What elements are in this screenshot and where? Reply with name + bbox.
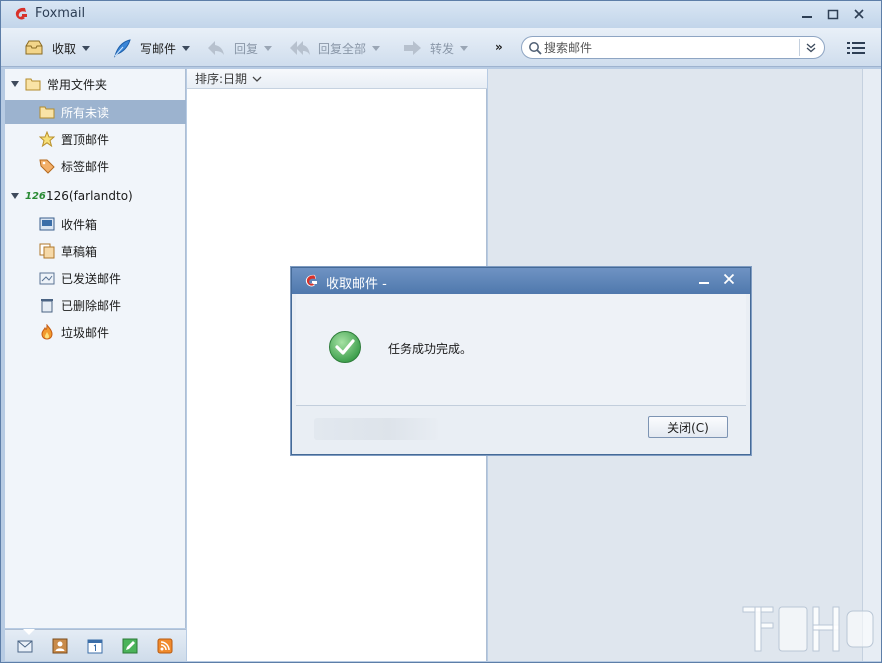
success-check-icon	[329, 331, 361, 363]
sidebar-item-label: 垃圾邮件	[61, 325, 110, 340]
sidebar-item-label: 置顶邮件	[61, 132, 110, 147]
dialog-message: 任务成功完成。	[388, 342, 473, 356]
sidebar-item-sent[interactable]: 已发送邮件	[5, 266, 186, 290]
inbox-tray-icon	[25, 40, 43, 55]
feather-pen-icon	[113, 39, 131, 58]
sidebar-item-deleted[interactable]: 已删除邮件	[5, 293, 186, 317]
sidebar-item-label: 标签邮件	[61, 159, 110, 174]
dialog-title: 收取邮件 -	[326, 277, 387, 292]
rss-feed-icon[interactable]	[157, 638, 173, 654]
close-icon	[723, 273, 735, 285]
forward-dropdown-icon[interactable]	[460, 45, 469, 51]
dialog-minimize-button[interactable]	[695, 272, 713, 290]
title-bar: Foxmail	[1, 1, 881, 28]
group-label: 常用文件夹	[47, 77, 108, 92]
obscured-status-area	[314, 418, 438, 440]
compose-button[interactable]: 写邮件	[111, 35, 191, 61]
receive-dropdown-icon[interactable]	[82, 45, 91, 51]
sidebar-item-junk[interactable]: 垃圾邮件	[5, 320, 186, 344]
group-account-126[interactable]: 126 126(farlandto)	[5, 184, 186, 208]
notes-icon[interactable]	[122, 638, 138, 654]
maximize-icon	[827, 9, 839, 20]
sidebar-item-label: 已删除邮件	[61, 298, 122, 313]
sidebar-item-label: 已发送邮件	[61, 271, 122, 286]
reply-arrow-icon	[208, 41, 224, 55]
expand-triangle-icon[interactable]	[11, 193, 19, 199]
receive-label: 收取	[52, 41, 77, 56]
sidebar-item-inbox[interactable]: 收件箱	[5, 212, 186, 236]
chevron-down-icon	[252, 76, 262, 82]
star-icon	[39, 131, 55, 147]
close-icon	[854, 9, 864, 19]
forward-arrow-icon	[404, 41, 421, 55]
search-input[interactable]	[544, 39, 794, 56]
more-toolbar-button[interactable]: »	[495, 40, 503, 54]
maximize-button[interactable]	[823, 5, 843, 23]
drafts-icon	[39, 243, 55, 259]
expand-triangle-icon[interactable]	[11, 81, 19, 87]
sent-icon	[39, 272, 55, 285]
toolbar: 收取 写邮件 回复 回复全部 转发 » 搜索邮件	[1, 28, 881, 67]
contacts-icon[interactable]	[52, 638, 68, 654]
close-window-button[interactable]	[849, 5, 869, 23]
sidebar-item-tagged[interactable]: 标签邮件	[5, 154, 186, 178]
reply-dropdown-icon[interactable]	[264, 45, 273, 51]
app-title: Foxmail	[35, 6, 86, 21]
group-common-folders[interactable]: 常用文件夹	[5, 72, 186, 96]
calendar-icon[interactable]	[87, 638, 103, 654]
main-menu-icon[interactable]	[847, 40, 865, 56]
foxmail-logo-icon	[15, 7, 27, 20]
search-icon	[529, 42, 542, 55]
reply-button[interactable]: 回复	[205, 35, 273, 61]
sidebar-item-pinned[interactable]: 置顶邮件	[5, 127, 186, 151]
dialog-footer: 关闭(C)	[296, 406, 746, 450]
active-view-pointer	[23, 629, 35, 635]
sort-label: 排序:日期	[195, 72, 248, 86]
folder-icon	[25, 78, 41, 91]
reply-all-button[interactable]: 回复全部	[289, 35, 381, 61]
search-box[interactable]	[521, 36, 825, 59]
inbox-icon	[39, 217, 55, 231]
foxmail-logo-icon	[305, 274, 317, 287]
forward-button[interactable]: 转发	[401, 35, 469, 61]
sidebar-item-all-unread[interactable]: 所有未读	[5, 100, 186, 124]
foxmail-window: Foxmail 收取 写邮件 回复 回复全部 转发 » 搜索邮件 常用文件夹 所…	[0, 0, 882, 663]
sort-selector[interactable]: 排序:日期	[187, 69, 487, 89]
reply-label: 回复	[234, 41, 259, 56]
minimize-icon	[802, 16, 812, 18]
group-label: 126(farlandto)	[46, 189, 133, 203]
folder-icon	[39, 106, 55, 119]
receive-button[interactable]: 收取	[23, 35, 91, 61]
search-options-button[interactable]	[799, 39, 821, 56]
watermark-logo-icon	[742, 606, 874, 652]
sidebar-item-label: 所有未读	[61, 105, 110, 120]
compose-dropdown-icon[interactable]	[182, 45, 191, 51]
dialog-close-button[interactable]	[720, 271, 738, 289]
double-chevron-down-icon	[806, 43, 815, 52]
dialog-body: 任务成功完成。	[296, 294, 746, 406]
tag-icon	[39, 159, 55, 174]
reply-all-arrow-icon	[290, 41, 310, 55]
sidebar-item-drafts[interactable]: 草稿箱	[5, 239, 186, 263]
account-126-logo-icon: 126	[25, 190, 46, 202]
receive-mail-dialog: 收取邮件 - 任务成功完成。 关闭(C)	[291, 267, 751, 455]
sidebar-item-label: 收件箱	[61, 217, 98, 232]
reading-pane-scrollbar[interactable]	[862, 69, 881, 661]
mail-view-icon[interactable]	[17, 638, 33, 654]
compose-label: 写邮件	[140, 41, 177, 56]
sidebar-item-label: 草稿箱	[61, 244, 98, 259]
sidebar-view-switcher	[5, 629, 186, 661]
close-dialog-button[interactable]: 关闭(C)	[648, 416, 728, 438]
reply-all-label: 回复全部	[318, 41, 367, 56]
trash-icon	[41, 299, 53, 313]
fire-icon	[41, 324, 53, 340]
dialog-title-bar: 收取邮件 -	[292, 268, 750, 294]
minimize-icon	[699, 282, 709, 284]
folder-sidebar: 常用文件夹 所有未读 置顶邮件 标签邮件 126 126(farlandto) …	[5, 69, 186, 628]
reply-all-dropdown-icon[interactable]	[372, 45, 381, 51]
minimize-button[interactable]	[797, 5, 817, 23]
forward-label: 转发	[430, 41, 455, 56]
